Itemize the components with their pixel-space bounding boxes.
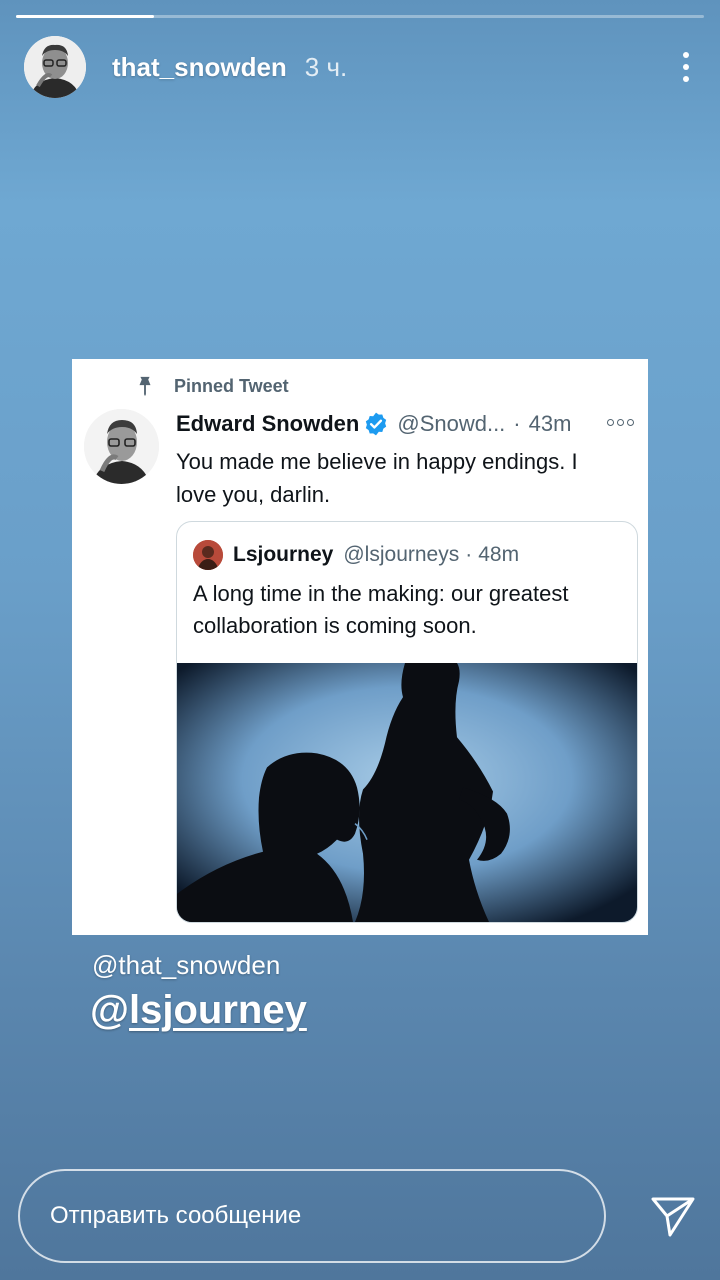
mention-at-sign: @: [90, 988, 130, 1032]
tweet-author-avatar: [84, 409, 159, 484]
tweet-header: Edward Snowden @Snowd... · 43m: [176, 411, 571, 437]
tweet-text: You made me believe in happy endings. I …: [176, 449, 578, 507]
pin-icon: [139, 376, 151, 397]
quoted-time: 48m: [478, 543, 520, 566]
tweet-author-handle: @Snowd...: [397, 411, 506, 436]
mention-lsjourney[interactable]: @lsjourney: [90, 988, 307, 1033]
quoted-tweet-photo: [177, 663, 637, 922]
avatar[interactable]: [24, 36, 86, 98]
tweet-author-name: Edward Snowden: [176, 411, 360, 436]
quoted-tweet-text: A long time in the making: our greatest …: [193, 581, 569, 638]
mention-lsjourney-name: lsjourney: [129, 988, 307, 1032]
quoted-tweet-header: Lsjourney @lsjourneys · 48m: [193, 540, 519, 570]
story-progress-fill: [16, 15, 154, 18]
quoted-author-handle: @lsjourneys: [343, 543, 460, 566]
tweet-screenshot: Pinned Tweet Edward Snowden @Snowd... · …: [72, 359, 648, 935]
verified-badge-icon: [366, 412, 387, 436]
more-vertical-icon[interactable]: [676, 47, 696, 87]
more-horizontal-icon: [607, 419, 634, 426]
pinned-tweet-label: Pinned Tweet: [134, 375, 289, 397]
send-icon[interactable]: [650, 1196, 696, 1238]
quoted-author-name: Lsjourney: [233, 543, 334, 566]
message-input[interactable]: Отправить сообщение: [18, 1169, 606, 1263]
username[interactable]: that_snowden: [112, 52, 287, 83]
tweet-time: 43m: [528, 411, 572, 436]
post-time: 3 ч.: [304, 51, 348, 82]
tweet-separator: ·: [513, 411, 521, 436]
mention-that-snowden[interactable]: @that_snowden: [92, 950, 280, 981]
story-header: that_snowden 3 ч.: [24, 34, 696, 100]
pinned-label-text: Pinned Tweet: [174, 375, 289, 396]
quoted-author-avatar: [193, 540, 223, 570]
quoted-separator: ·: [465, 543, 473, 566]
message-placeholder: Отправить сообщение: [50, 1202, 302, 1229]
story-progress-bar: [16, 15, 704, 18]
quoted-tweet: Lsjourney @lsjourneys · 48m A long time …: [176, 521, 638, 923]
